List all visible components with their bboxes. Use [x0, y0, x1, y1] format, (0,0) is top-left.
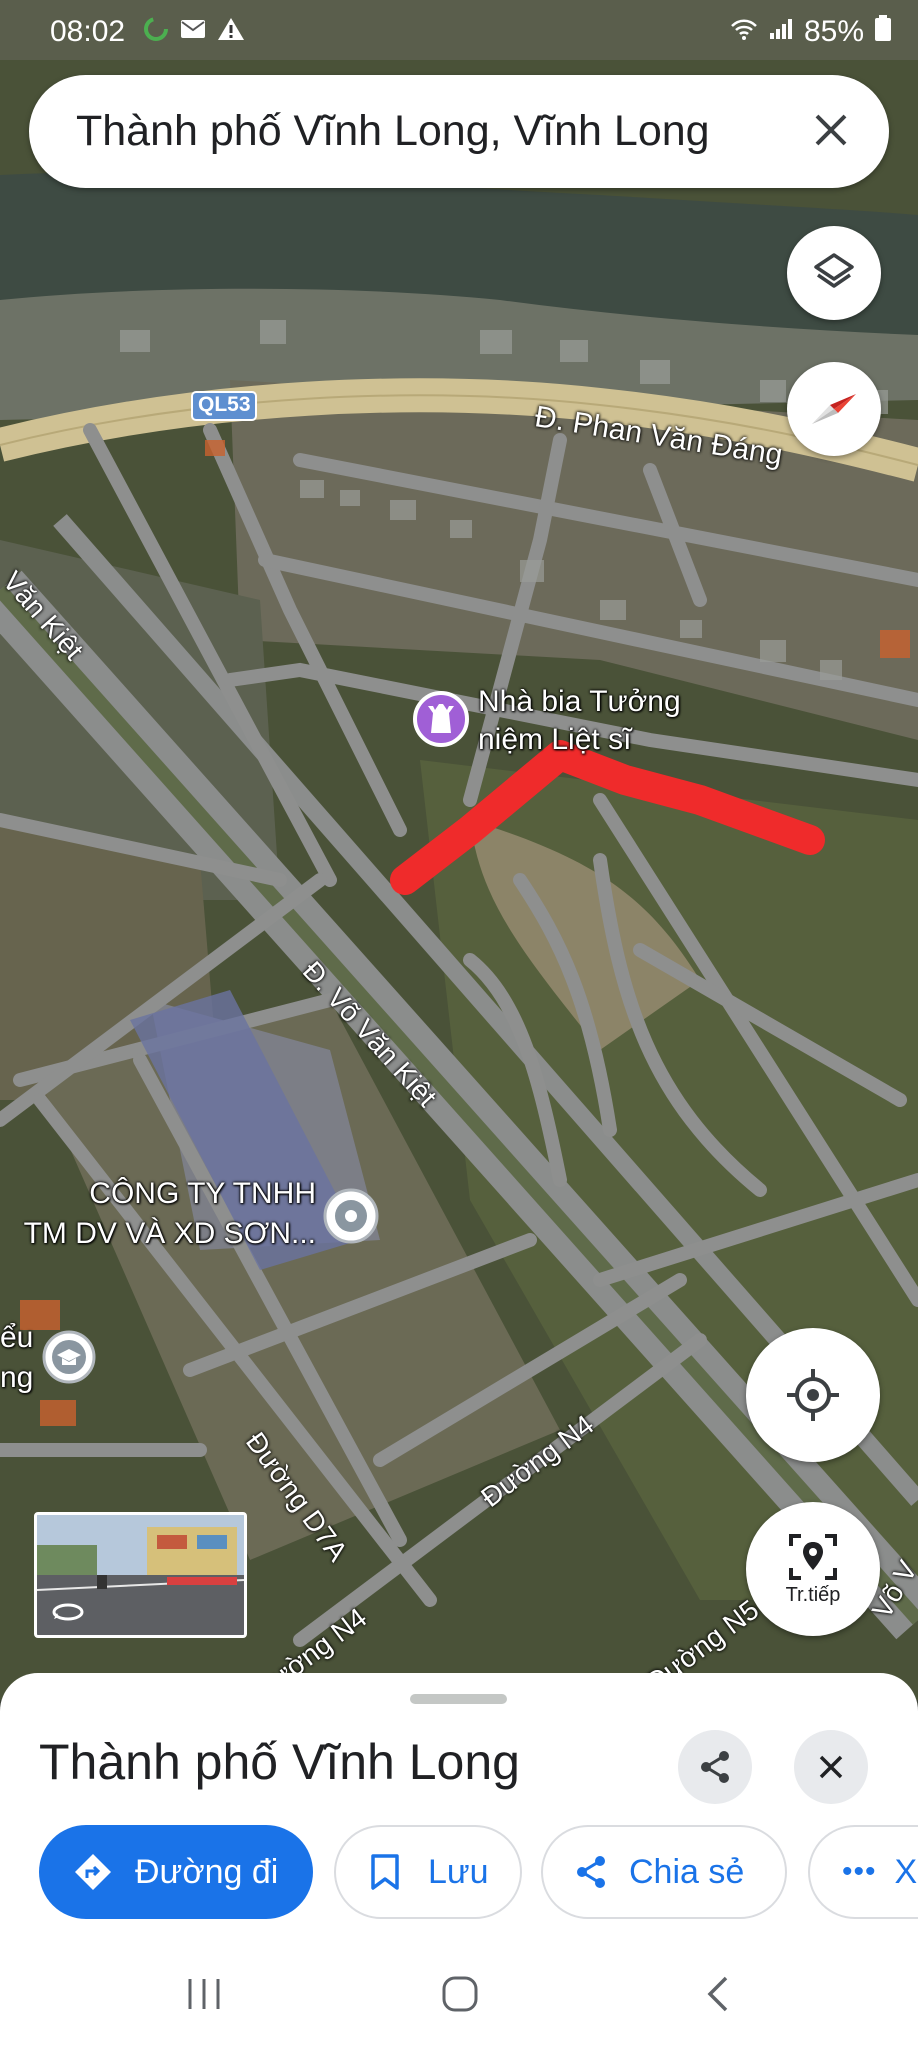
wifi-icon: [730, 15, 758, 49]
poi-school-line2: ng: [0, 1361, 34, 1394]
share-label: Chia sẻ: [629, 1852, 745, 1891]
company-pin[interactable]: [325, 1190, 377, 1242]
more-dots-icon: •••: [842, 1855, 877, 1888]
recent-apps-icon: [188, 1979, 220, 2009]
home-icon: [442, 1976, 478, 2012]
poi-company-line1: CÔNG TY TNHH: [89, 1177, 316, 1210]
rotate-360-icon: [51, 1601, 85, 1628]
share-icon-button[interactable]: [678, 1730, 752, 1804]
memorial-pin[interactable]: [415, 693, 467, 745]
search-bar[interactable]: Thành phố Vĩnh Long, Vĩnh Long: [29, 75, 889, 188]
battery-icon: [874, 14, 892, 50]
status-bar: 08:02 85%: [0, 0, 918, 64]
poi-label-company[interactable]: CÔNG TY TNHH TM DV VÀ XD SƠN...: [14, 1174, 316, 1254]
more-label: X: [894, 1852, 918, 1891]
crosshair-icon: [787, 1369, 839, 1421]
drag-handle[interactable]: [410, 1694, 507, 1704]
poi-memorial-line1: Nhà bia Tưởng: [478, 685, 681, 718]
directions-icon: [75, 1854, 111, 1890]
share-button[interactable]: Chia sẻ: [541, 1825, 787, 1919]
battery-percent: 85%: [803, 15, 864, 48]
directions-label: Đường đi: [135, 1852, 279, 1891]
warning-icon: [217, 16, 245, 49]
mail-icon: [179, 16, 207, 48]
search-query[interactable]: Thành phố Vĩnh Long, Vĩnh Long: [76, 107, 813, 156]
bookmark-icon: [371, 1854, 399, 1890]
share-icon: [701, 1751, 729, 1783]
route-badge-label: QL53: [198, 393, 251, 416]
close-icon: [815, 114, 847, 145]
school-pin[interactable]: [44, 1332, 94, 1382]
poi-memorial-line2: niệm Liệt sĩ: [478, 723, 632, 756]
back-icon: [707, 1976, 728, 2012]
compass-icon: [812, 394, 856, 424]
save-button[interactable]: Lưu: [334, 1825, 522, 1919]
live-view-label: Tr.tiếp: [785, 1583, 841, 1606]
close-sheet-button[interactable]: [794, 1730, 868, 1804]
poi-label-memorial[interactable]: Nhà bia Tưởng niệm Liệt sĩ: [478, 683, 681, 759]
poi-company-line2: TM DV VÀ XD SƠN...: [23, 1217, 316, 1250]
poi-label-school[interactable]: ểu ng: [0, 1318, 33, 1398]
status-right: 85%: [730, 14, 892, 50]
live-view-button[interactable]: Tr.tiếp: [746, 1502, 880, 1636]
close-icon: [819, 1755, 843, 1779]
recent-apps-button[interactable]: [174, 1964, 234, 2024]
directions-button[interactable]: Đường đi: [39, 1825, 313, 1919]
layers-button[interactable]: [787, 226, 881, 320]
signal-icon: [768, 15, 794, 49]
back-button[interactable]: [688, 1964, 748, 2024]
my-location-button[interactable]: [746, 1328, 880, 1462]
compass-button[interactable]: [787, 362, 881, 456]
status-time: 08:02: [50, 15, 126, 48]
place-title: Thành phố Vĩnh Long: [39, 1734, 520, 1790]
poi-school-line1: ểu: [0, 1321, 34, 1354]
home-button[interactable]: [430, 1964, 490, 2024]
layers-icon: [814, 253, 854, 288]
save-label: Lưu: [428, 1852, 489, 1891]
share-icon: [577, 1856, 605, 1888]
sync-icon: [143, 16, 169, 49]
live-view-icon: [789, 1533, 837, 1580]
more-button[interactable]: ••• X: [808, 1825, 918, 1919]
clear-search-button[interactable]: [813, 105, 849, 159]
system-nav-bar: [0, 1940, 918, 2048]
street-view-thumbnail[interactable]: [34, 1512, 247, 1638]
